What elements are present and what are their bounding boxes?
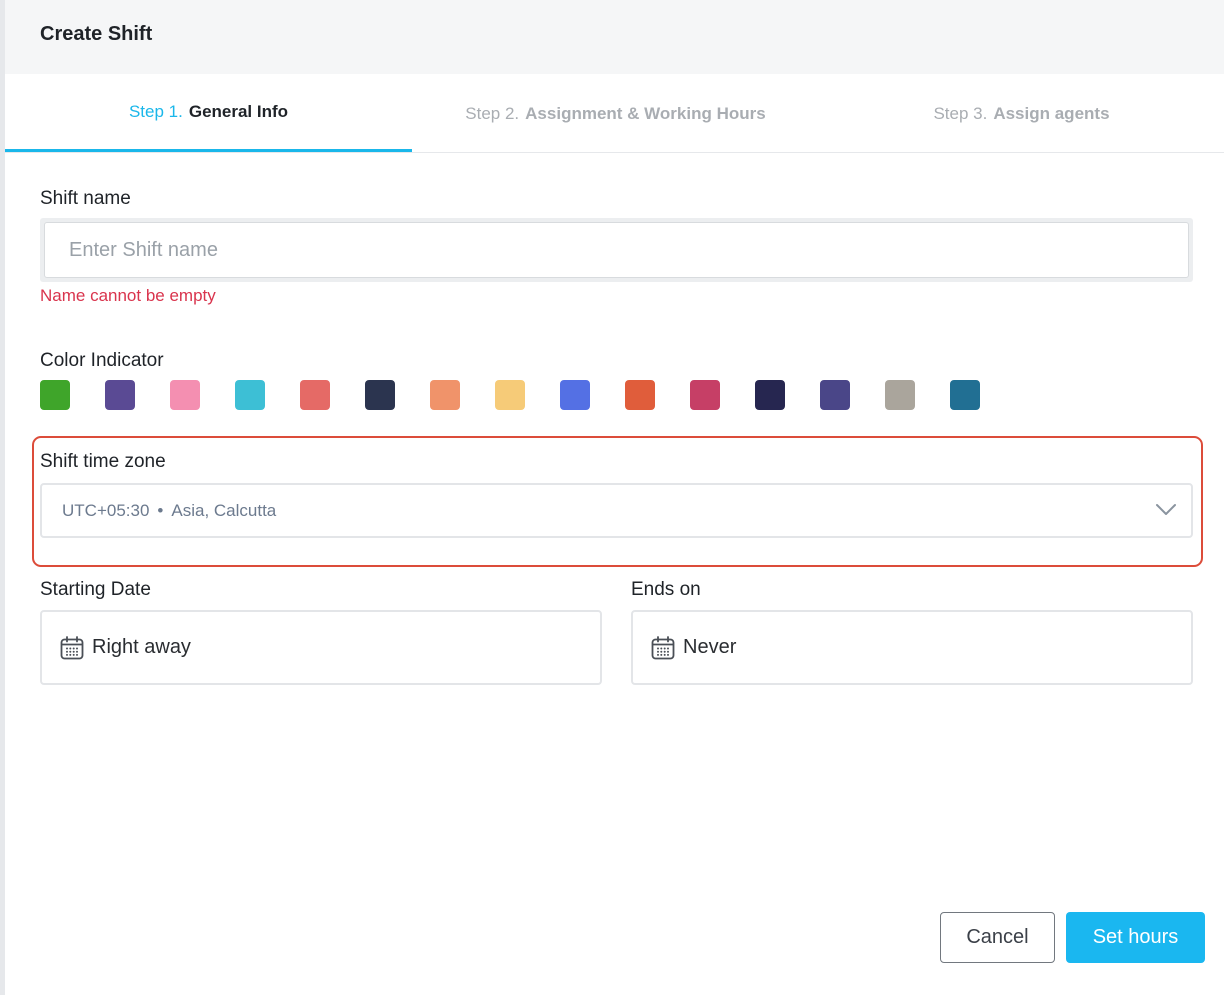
- time-zone-offset: UTC+05:30: [62, 500, 150, 520]
- color-swatch[interactable]: [495, 380, 525, 410]
- color-swatch[interactable]: [690, 380, 720, 410]
- ends-on-picker[interactable]: Never: [631, 610, 1193, 685]
- color-swatch[interactable]: [560, 380, 590, 410]
- color-swatch[interactable]: [950, 380, 980, 410]
- color-swatch[interactable]: [40, 380, 70, 410]
- shift-name-field-wrapper: [40, 218, 1193, 282]
- tab-general-info[interactable]: Step 1. General Info: [5, 74, 412, 152]
- color-swatch[interactable]: [820, 380, 850, 410]
- color-swatch[interactable]: [365, 380, 395, 410]
- color-swatch[interactable]: [625, 380, 655, 410]
- cancel-button[interactable]: Cancel: [940, 912, 1055, 963]
- tab-step-name: Assign agents: [993, 103, 1110, 123]
- color-swatch[interactable]: [235, 380, 265, 410]
- shift-name-error: Name cannot be empty: [40, 286, 216, 305]
- starting-date-value: Right away: [92, 636, 191, 658]
- tab-step-name: General Info: [188, 101, 289, 121]
- ends-on-label: Ends on: [631, 579, 701, 600]
- calendar-icon: [651, 635, 675, 659]
- tab-step-prefix: Step 3.: [933, 103, 988, 123]
- modal-title: Create Shift: [40, 23, 153, 45]
- calendar-icon: [60, 635, 84, 659]
- chevron-down-icon: [1156, 504, 1176, 515]
- tab-step-prefix: Step 1.: [128, 101, 183, 121]
- time-zone-label: Shift time zone: [40, 451, 166, 472]
- step-tabs: Step 1. General Info Step 2. Assignment …: [5, 74, 1224, 153]
- shift-name-input[interactable]: [44, 222, 1189, 278]
- color-swatch[interactable]: [885, 380, 915, 410]
- time-zone-region: Asia, Calcutta: [171, 500, 277, 520]
- time-zone-separator: •: [157, 500, 164, 520]
- color-swatch-list: [40, 380, 980, 411]
- starting-date-picker[interactable]: Right away: [40, 610, 602, 685]
- starting-date-label: Starting Date: [40, 579, 151, 600]
- set-hours-button[interactable]: Set hours: [1066, 912, 1205, 963]
- color-swatch[interactable]: [170, 380, 200, 410]
- modal-header: Create Shift: [5, 0, 1224, 74]
- tab-assign-agents[interactable]: Step 3. Assign agents: [819, 74, 1224, 153]
- color-swatch[interactable]: [300, 380, 330, 410]
- ends-on-value: Never: [683, 636, 737, 658]
- shift-name-label: Shift name: [40, 188, 131, 209]
- time-zone-select[interactable]: UTC+05:30 • Asia, Calcutta: [40, 483, 1193, 538]
- color-swatch[interactable]: [430, 380, 460, 410]
- tab-step-prefix: Step 2.: [465, 103, 520, 123]
- color-swatch[interactable]: [105, 380, 135, 410]
- color-swatch[interactable]: [755, 380, 785, 410]
- tab-step-name: Assignment & Working Hours: [525, 103, 766, 123]
- color-indicator-label: Color Indicator: [40, 350, 164, 371]
- tab-assignment-working-hours[interactable]: Step 2. Assignment & Working Hours: [412, 74, 819, 153]
